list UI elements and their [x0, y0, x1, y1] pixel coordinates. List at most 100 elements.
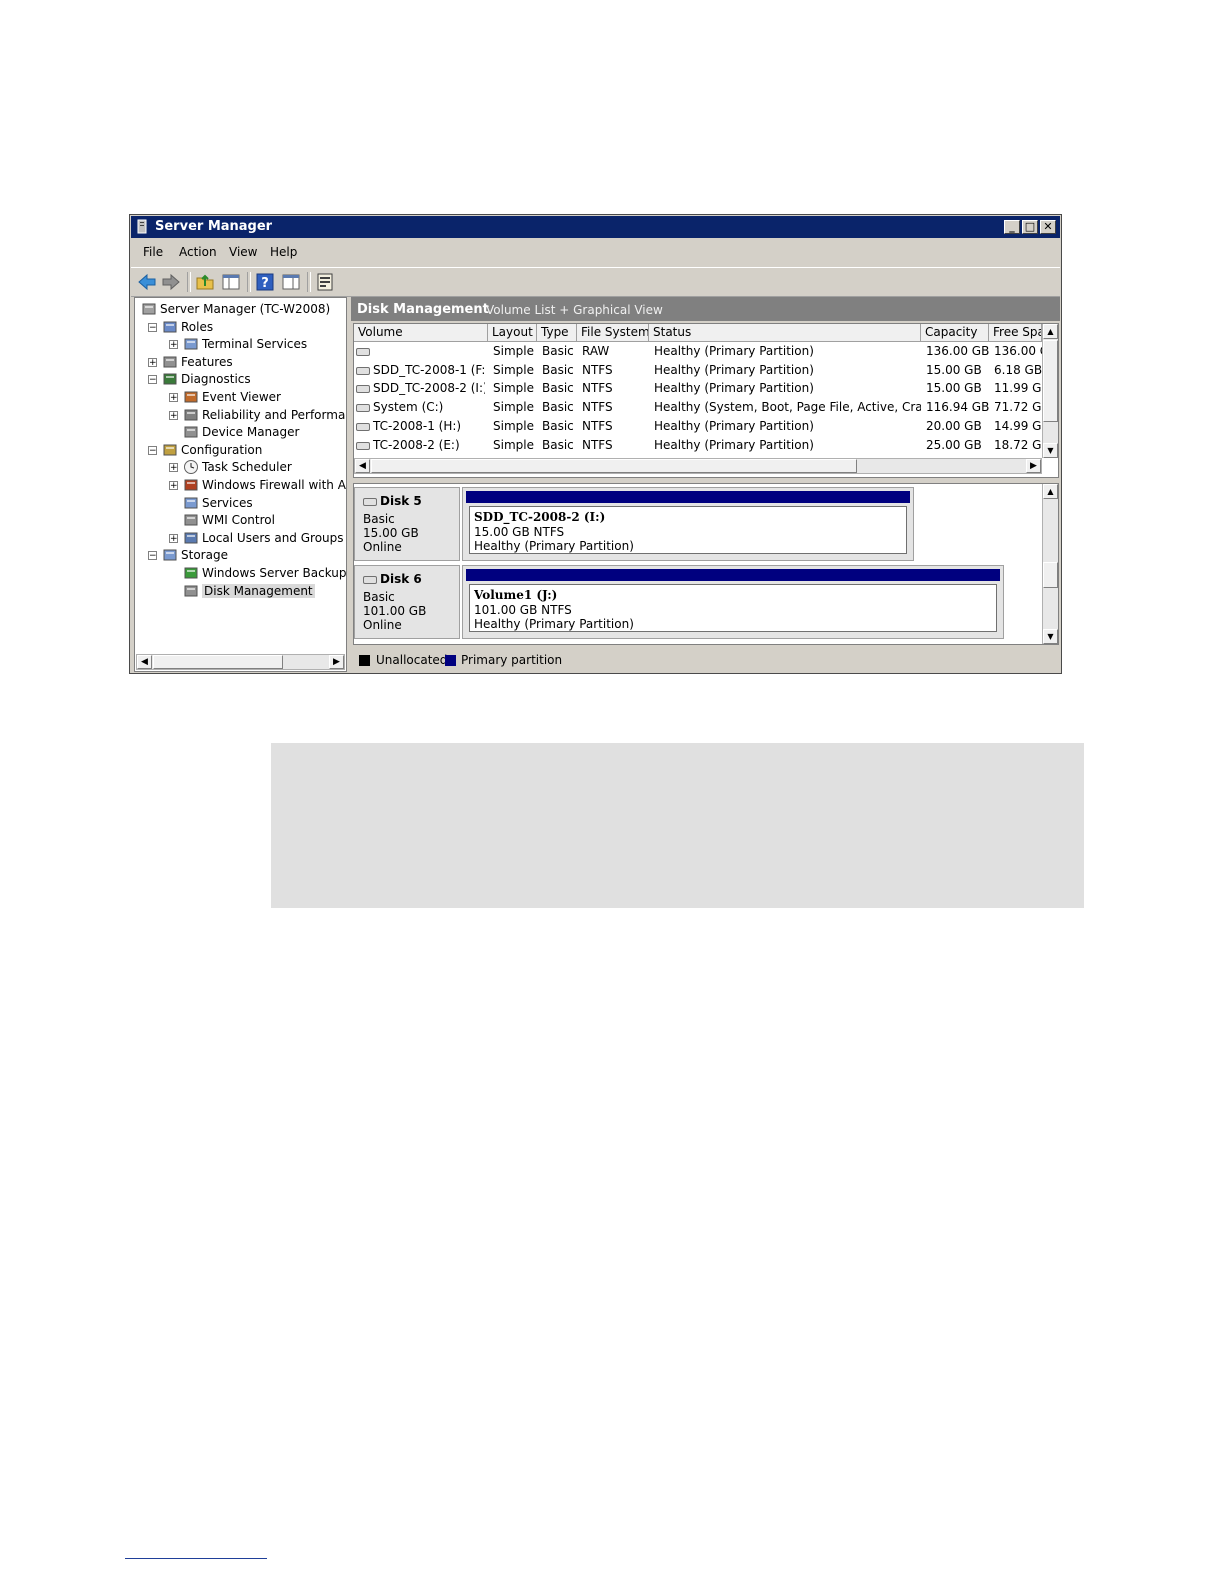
table-row[interactable]: TC-2008-2 (E:) Simple Basic NTFS Healthy (Pr…: [354, 436, 1042, 454]
tree-item[interactable]: + Event Viewer: [135, 389, 345, 406]
tree-item[interactable]: Disk Management: [135, 583, 345, 600]
menu-help[interactable]: Help: [270, 245, 297, 259]
collapse-icon[interactable]: −: [148, 445, 157, 455]
menu-file[interactable]: File: [143, 245, 163, 259]
expand-icon[interactable]: +: [169, 340, 178, 350]
collapse-icon[interactable]: −: [148, 551, 157, 561]
column-header[interactable]: Layout: [488, 324, 537, 342]
tree-item[interactable]: Windows Server Backup: [135, 565, 346, 582]
title-bar[interactable]: Server Manager _ □ ✕: [131, 216, 1060, 238]
tree-item-label: Server Manager (TC-W2008): [160, 302, 331, 316]
collapse-icon[interactable]: −: [148, 375, 157, 385]
scroll-right-button[interactable]: ▶: [1026, 459, 1041, 473]
help-icon[interactable]: ?: [255, 272, 275, 292]
scroll-down-button[interactable]: ▼: [1043, 443, 1058, 458]
tree-item[interactable]: Device Manager: [135, 424, 345, 441]
maximize-button[interactable]: □: [1022, 220, 1038, 234]
minimize-button[interactable]: _: [1004, 220, 1020, 234]
column-header[interactable]: Type: [537, 324, 577, 342]
close-button[interactable]: ✕: [1040, 220, 1056, 234]
table-cell: Simple: [493, 418, 534, 433]
tree-item[interactable]: − Diagnostics: [135, 371, 345, 388]
menu-view[interactable]: View: [229, 245, 257, 259]
table-cell: Healthy (Primary Partition): [654, 418, 814, 433]
table-row[interactable]: SDD_TC-2008-2 (I:) Simple Basic NTFS Healthy…: [354, 379, 1042, 397]
expand-icon[interactable]: +: [169, 533, 178, 543]
tree-item[interactable]: Server Manager (TC-W2008): [135, 301, 345, 318]
expand-icon[interactable]: +: [169, 393, 178, 403]
tree-item-label: Reliability and Performance: [202, 407, 346, 422]
show-hide-tree-icon[interactable]: [221, 272, 241, 292]
show-hide-action-pane-icon[interactable]: [281, 272, 301, 292]
tree-horizontal-scrollbar[interactable]: ◀ ▶: [136, 654, 345, 670]
table-cell: 71.72 GE: [994, 400, 1042, 415]
unallocated-swatch: [359, 655, 370, 666]
scroll-left-button[interactable]: ◀: [137, 655, 152, 669]
expand-icon[interactable]: +: [169, 410, 178, 420]
disk-label[interactable]: Disk 5 Basic 15.00 GB Online: [354, 487, 460, 561]
tree-item[interactable]: + Task Scheduler: [135, 459, 345, 476]
partition-block[interactable]: SDD_TC-2008-2 (I:) 15.00 GB NTFS Healthy…: [462, 487, 914, 561]
partition-block[interactable]: Volume1 (J:) 101.00 GB NTFS Healthy (Pri…: [462, 565, 1004, 639]
svg-text:?: ?: [261, 276, 269, 291]
table-cell: NTFS: [582, 381, 613, 396]
table-cell: 15.00 GB: [926, 362, 982, 377]
expand-icon[interactable]: +: [169, 463, 178, 473]
graphical-view-vertical-scrollbar[interactable]: ▲ ▼: [1042, 484, 1058, 644]
scroll-thumb[interactable]: [371, 459, 857, 473]
tree-item[interactable]: + Local Users and Groups: [135, 530, 345, 547]
partition-status: Healthy (Primary Partition): [474, 617, 634, 631]
tree-item[interactable]: + Reliability and Performance: [135, 407, 346, 424]
tree-item[interactable]: − Storage: [135, 547, 345, 564]
disk-label[interactable]: Disk 6 Basic 101.00 GB Online: [354, 565, 460, 639]
column-header[interactable]: Free Spa: [989, 324, 1042, 342]
scroll-left-button[interactable]: ◀: [355, 459, 370, 473]
tree-item[interactable]: Services: [135, 495, 345, 512]
disk-state: Online: [363, 618, 402, 632]
partition-size: 15.00 GB NTFS: [474, 525, 565, 539]
scroll-thumb[interactable]: [1043, 340, 1058, 422]
scroll-up-button[interactable]: ▲: [1043, 324, 1058, 339]
back-arrow-icon[interactable]: [137, 272, 157, 292]
table-row[interactable]: System (C:) Simple Basic NTFS Healthy (Syste…: [354, 398, 1042, 416]
device-manager-icon: [184, 426, 198, 438]
forward-arrow-icon[interactable]: [161, 272, 181, 292]
tree-item[interactable]: + Windows Firewall with Adva: [135, 477, 346, 494]
toolbar-separator: [187, 272, 191, 292]
scroll-thumb[interactable]: [153, 655, 283, 669]
tree-item[interactable]: WMI Control: [135, 512, 345, 529]
primary-partition-bar: [466, 491, 910, 503]
pane-header: Disk Management Volume List + Graphical …: [351, 297, 1060, 321]
column-header[interactable]: Volume: [354, 324, 488, 342]
tree-item[interactable]: + Terminal Services: [135, 336, 345, 353]
tree-item[interactable]: − Roles: [135, 319, 345, 336]
scroll-right-button[interactable]: ▶: [329, 655, 344, 669]
toolbar: ?: [131, 267, 1060, 297]
tree-item-label: Storage: [181, 548, 228, 563]
expand-icon[interactable]: +: [169, 481, 178, 491]
scroll-down-button[interactable]: ▼: [1043, 629, 1058, 644]
navigation-tree: Server Manager (TC-W2008) − Roles + Terminal…: [134, 297, 347, 672]
column-header[interactable]: Status: [649, 324, 921, 342]
scroll-thumb[interactable]: [1043, 562, 1058, 588]
up-folder-icon[interactable]: [195, 272, 215, 292]
table-cell: 25.00 GB: [926, 437, 982, 452]
table-row[interactable]: TC-2008-1 (H:) Simple Basic NTFS Healthy (Pr…: [354, 417, 1042, 435]
clock-icon: [184, 460, 198, 475]
volume-list-vertical-scrollbar[interactable]: ▲ ▼: [1042, 324, 1058, 458]
expand-icon[interactable]: +: [148, 357, 157, 367]
primary-partition-swatch: [445, 655, 456, 666]
table-row[interactable]: Simple Basic RAW Healthy (Primary Partition…: [354, 342, 1042, 360]
column-header[interactable]: File System: [577, 324, 649, 342]
legend-primary-partition: Primary partition: [461, 653, 563, 667]
scroll-up-button[interactable]: ▲: [1043, 484, 1058, 499]
tree-item[interactable]: + Features: [135, 354, 345, 371]
table-row[interactable]: SDD_TC-2008-1 (F:) Simple Basic NTFS Healthy…: [354, 361, 1042, 379]
column-header[interactable]: Capacity: [921, 324, 989, 342]
volume-list-horizontal-scrollbar[interactable]: ◀ ▶: [354, 458, 1042, 474]
menu-action[interactable]: Action: [179, 245, 217, 259]
collapse-icon[interactable]: −: [148, 322, 157, 332]
features-icon: [163, 356, 177, 368]
tree-item[interactable]: − Configuration: [135, 442, 345, 459]
properties-icon[interactable]: [315, 272, 335, 292]
